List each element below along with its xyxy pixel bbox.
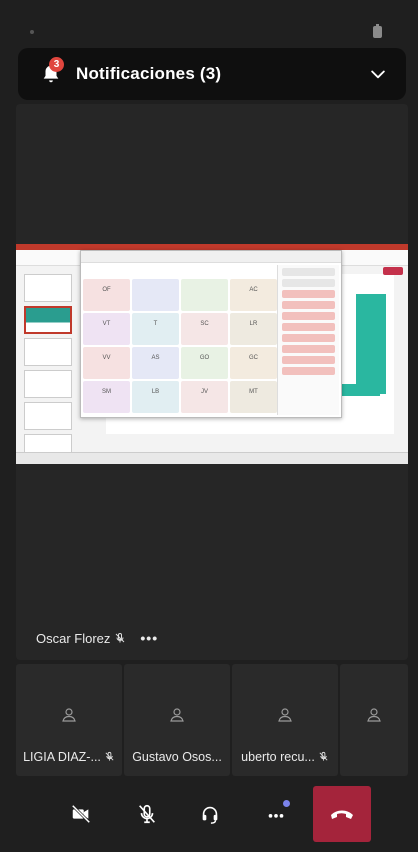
- shared-grid-initials: VV: [102, 355, 111, 361]
- window-header: [81, 251, 341, 263]
- shared-grid-cell: SM: [83, 381, 130, 413]
- shared-grid-initials: AC: [249, 287, 258, 293]
- participant-tile[interactable]: uberto recu...: [232, 664, 338, 776]
- shared-grid-initials: GO: [199, 355, 210, 361]
- slide-teal-shape: [356, 294, 386, 394]
- participant-name: uberto recu...: [232, 750, 338, 764]
- shared-grid-cell: LB: [132, 381, 179, 413]
- participant-name: Gustavo Osos...: [132, 750, 222, 764]
- shared-grid-cell: VV: [83, 347, 130, 379]
- participant-grid: OF AC VT T SC LR VV AS GO GC SM LB JV MT: [83, 279, 277, 413]
- shared-grid-initials: SM: [102, 389, 111, 395]
- more-button[interactable]: [256, 794, 296, 834]
- mic-toggle-button[interactable]: [127, 794, 167, 834]
- notification-dot: [283, 800, 290, 807]
- shared-grid-initials: OF: [102, 287, 111, 293]
- shared-grid-initials: SC: [200, 321, 209, 327]
- shared-grid-initials: JV: [200, 389, 209, 395]
- slide-thumb: [24, 338, 72, 366]
- panel-row: [282, 279, 335, 287]
- camera-toggle-button[interactable]: [61, 794, 101, 834]
- panel-row: [282, 334, 335, 342]
- participant-tile[interactable]: Gustavo Osos...: [124, 664, 230, 776]
- participant-tile[interactable]: LIGIA DIAZ-...: [16, 664, 122, 776]
- call-controls: [0, 786, 418, 846]
- slide-thumb: [24, 370, 72, 398]
- windows-taskbar: [16, 452, 408, 464]
- status-bar: [0, 0, 418, 44]
- panel-row: [282, 345, 335, 353]
- slide-thumb: [24, 402, 72, 430]
- panel-row: [282, 367, 335, 375]
- mic-off-icon: [139, 804, 155, 824]
- slide-thumb: [24, 274, 72, 302]
- participant-tile[interactable]: [340, 664, 408, 776]
- shared-grid-cell: GC: [230, 347, 277, 379]
- mic-off-icon: [319, 751, 328, 761]
- shared-screen: OF AC VT T SC LR VV AS GO GC SM LB JV MT: [16, 244, 408, 464]
- shared-grid-cell: AC: [230, 279, 277, 311]
- shared-grid-cell: AS: [132, 347, 179, 379]
- shared-grid-cell: LR: [230, 313, 277, 345]
- shared-grid-cell: SC: [181, 313, 228, 345]
- shared-grid-cell: T: [132, 313, 179, 345]
- leave-button-small: [383, 267, 403, 275]
- panel-row: [282, 268, 335, 276]
- shared-grid-cell: VT: [83, 313, 130, 345]
- hangup-icon: [331, 810, 353, 819]
- panel-row: [282, 290, 335, 298]
- shared-grid-cell: OF: [83, 279, 130, 311]
- slide-thumb-selected: [24, 306, 72, 334]
- chevron-down-icon[interactable]: [368, 64, 388, 84]
- person-icon: [62, 708, 76, 722]
- camera-off-icon: [71, 804, 91, 824]
- shared-grid-initials: MT: [249, 389, 258, 395]
- shared-grid-cell: MT: [230, 381, 277, 413]
- notifications-title: Notificaciones (3): [76, 64, 222, 83]
- panel-row: [282, 312, 335, 320]
- headset-icon: [202, 806, 218, 824]
- more-options-icon[interactable]: •••: [140, 630, 158, 646]
- shared-grid-initials: VT: [102, 321, 111, 327]
- person-icon: [367, 708, 381, 722]
- panel-row: [282, 301, 335, 309]
- bell-icon: 3: [40, 57, 64, 85]
- shared-grid-initials: AS: [151, 355, 160, 361]
- shared-grid-cell: [132, 279, 179, 311]
- shared-grid-initials: GC: [249, 355, 258, 361]
- speaker-name: Oscar Florez: [36, 630, 111, 646]
- speaker-label: Oscar Florez •••: [36, 630, 158, 646]
- shared-grid-cell: [181, 279, 228, 311]
- shared-grid-cell: JV: [181, 381, 228, 413]
- panel-row: [282, 356, 335, 364]
- panel-row: [282, 323, 335, 331]
- mic-off-icon: [116, 632, 125, 643]
- notifications-bar[interactable]: 3 Notificaciones (3): [18, 48, 406, 100]
- status-dot: [30, 30, 34, 34]
- participant-name: LIGIA DIAZ-...: [16, 750, 122, 764]
- slide-thumbnails: [20, 270, 76, 462]
- shared-grid-initials: T: [153, 321, 158, 327]
- shared-grid-initials: LR: [249, 321, 258, 327]
- battery-icon: [373, 24, 382, 38]
- mic-off-icon: [105, 751, 114, 761]
- teams-meeting-window: OF AC VT T SC LR VV AS GO GC SM LB JV MT: [80, 250, 403, 418]
- hangup-button[interactable]: [313, 786, 371, 842]
- shared-grid-initials: LB: [151, 389, 160, 395]
- notification-count-badge: 3: [49, 57, 64, 72]
- person-icon: [170, 708, 184, 722]
- person-icon: [278, 708, 292, 722]
- shared-grid-cell: GO: [181, 347, 228, 379]
- participants-panel: [277, 265, 339, 415]
- participant-tiles: LIGIA DIAZ-... Gustavo Osos... uberto re…: [16, 664, 408, 776]
- audio-button[interactable]: [190, 794, 230, 834]
